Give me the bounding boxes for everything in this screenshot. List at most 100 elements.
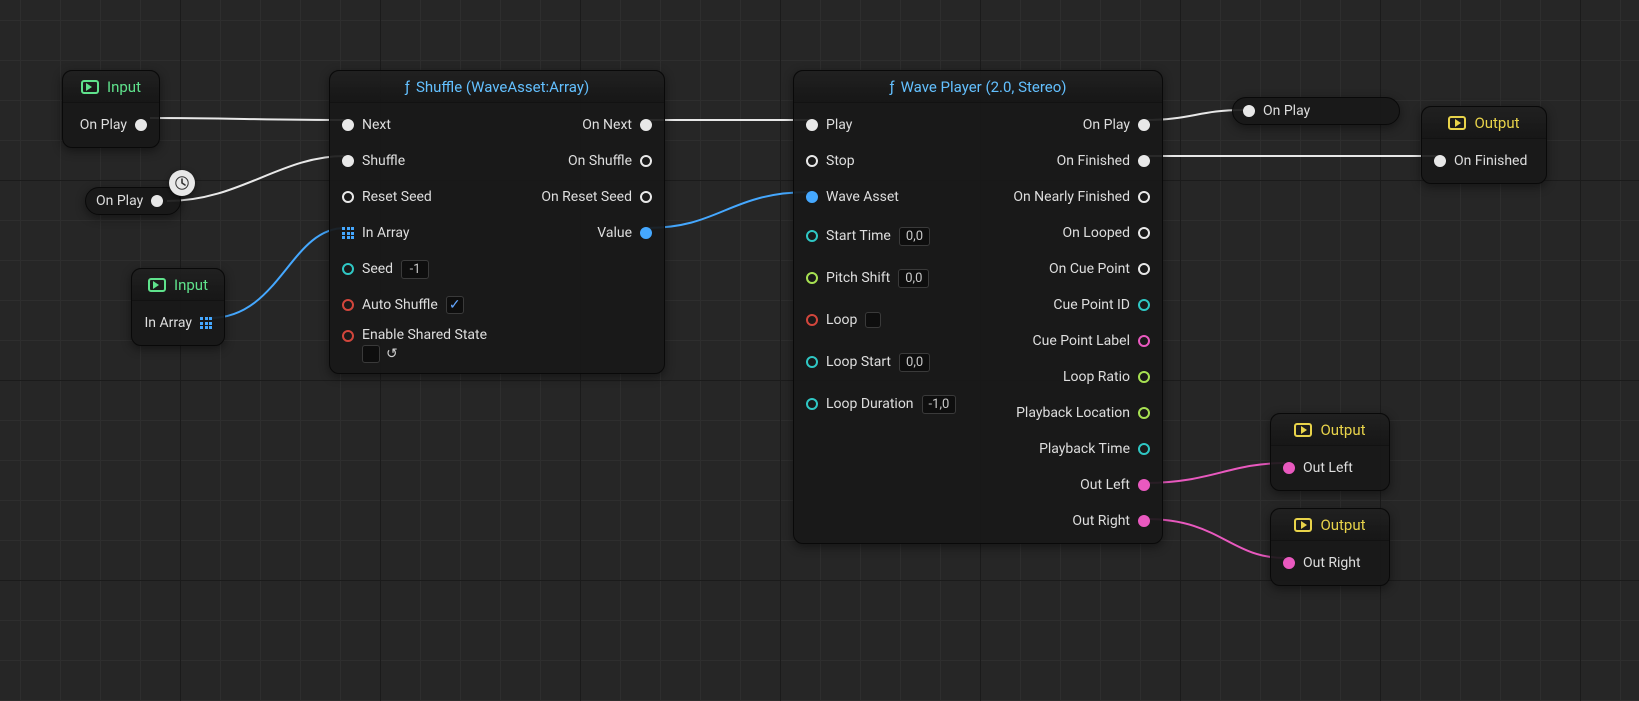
- node-title: Shuffle (WaveAsset:Array): [416, 78, 589, 96]
- value-input[interactable]: 0,0: [899, 227, 930, 246]
- pin-in-array-in[interactable]: In Array: [330, 215, 499, 251]
- pin-label: Reset Seed: [362, 189, 432, 205]
- pin-label: Wave Asset: [826, 189, 899, 205]
- pin-label: On Play: [80, 117, 127, 133]
- pin-on-play-out[interactable]: On Play: [978, 107, 1162, 143]
- array-pin-icon: [200, 317, 212, 329]
- node-input-inarray[interactable]: Input In Array: [131, 268, 225, 346]
- reset-icon[interactable]: ↺: [386, 346, 398, 362]
- pin-label: On Next: [582, 117, 632, 133]
- pin-label: On Play: [1263, 103, 1310, 119]
- value-input[interactable]: -1,0: [922, 395, 957, 414]
- pin-on-finished-in[interactable]: On Finished: [1422, 143, 1546, 179]
- array-pin-icon: [342, 227, 354, 239]
- node-wave-player[interactable]: ƒ Wave Player (2.0, Stereo) Play Stop Wa…: [793, 70, 1163, 544]
- pin-on-finished-out[interactable]: On Finished: [978, 143, 1162, 179]
- pin-loop-ratio-out[interactable]: Loop Ratio: [978, 359, 1162, 395]
- node-header: Output: [1271, 509, 1389, 541]
- node-output-right[interactable]: Output Out Right: [1270, 508, 1390, 586]
- node-shuffle[interactable]: ƒ Shuffle (WaveAsset:Array) Next Shuffle…: [329, 70, 665, 374]
- pin-next-in[interactable]: Next: [330, 107, 499, 143]
- pin-on-cue-point-out[interactable]: On Cue Point: [978, 251, 1162, 287]
- node-output-left[interactable]: Output Out Left: [1270, 413, 1390, 491]
- pin-on-reset-seed-out[interactable]: On Reset Seed: [499, 179, 664, 215]
- checkbox[interactable]: [865, 312, 881, 328]
- pin-auto-shuffle-in[interactable]: Auto Shuffle✓: [330, 287, 499, 323]
- node-header: ƒ Shuffle (WaveAsset:Array): [330, 71, 664, 103]
- pin-on-nearly-finished-out[interactable]: On Nearly Finished: [978, 179, 1162, 215]
- pin-label: Pitch Shift: [826, 270, 890, 286]
- pin-on-looped-out[interactable]: On Looped: [978, 215, 1162, 251]
- int-pin-icon: [342, 263, 354, 275]
- pin-label: Playback Time: [1039, 441, 1130, 457]
- pin-play-in[interactable]: Play: [794, 107, 978, 143]
- pin-label: Loop Start: [826, 354, 891, 370]
- exec-pin-icon: [640, 155, 652, 167]
- reroute-on-play[interactable]: On Play: [85, 187, 181, 215]
- value-input[interactable]: -1: [401, 260, 429, 279]
- pin-start-time-in[interactable]: Start Time0,0: [794, 215, 978, 257]
- audio-pin-icon: [1283, 557, 1295, 569]
- object-pin-icon: [806, 191, 818, 203]
- pin-on-shuffle-out[interactable]: On Shuffle: [499, 143, 664, 179]
- node-title: Output: [1474, 114, 1519, 132]
- pin-label: Out Left: [1080, 477, 1130, 493]
- pin-in-array-out[interactable]: In Array: [132, 305, 224, 341]
- pin-loop-start-in[interactable]: Loop Start 0,0: [794, 341, 978, 383]
- checkbox[interactable]: [362, 345, 380, 363]
- reroute-on-play-2[interactable]: On Play: [1232, 97, 1400, 125]
- value-input[interactable]: 0,0: [898, 269, 929, 288]
- float-pin-icon: [806, 272, 818, 284]
- float-pin-icon: [1138, 371, 1150, 383]
- pin-loop-in[interactable]: Loop: [794, 299, 978, 341]
- pin-seed-in[interactable]: Seed -1: [330, 251, 499, 287]
- clock-icon: [169, 170, 195, 196]
- exec-pin-icon: [1138, 191, 1150, 203]
- checkbox[interactable]: ✓: [446, 296, 464, 314]
- pin-stop-in[interactable]: Stop: [794, 143, 978, 179]
- node-header: Output: [1271, 414, 1389, 446]
- function-icon: ƒ: [405, 78, 410, 96]
- pin-reset-seed-in[interactable]: Reset Seed: [330, 179, 499, 215]
- pin-label: Seed: [362, 261, 393, 277]
- node-output-main[interactable]: Output On Finished: [1421, 106, 1547, 184]
- node-title: Wave Player (2.0, Stereo): [901, 78, 1067, 96]
- pin-out-left-in[interactable]: Out Left: [1271, 450, 1389, 486]
- node-input-onplay[interactable]: Input On Play: [62, 70, 160, 148]
- pin-wave-asset-in[interactable]: Wave Asset: [794, 179, 978, 215]
- exec-pin-icon: [1138, 263, 1150, 275]
- function-icon: ƒ: [889, 78, 894, 96]
- pin-value-out[interactable]: Value: [499, 215, 664, 251]
- string-pin-icon: [1138, 335, 1150, 347]
- pin-playback-location-out[interactable]: Playback Location: [978, 395, 1162, 431]
- pin-label: Out Right: [1072, 513, 1130, 529]
- exec-pin-icon: [342, 191, 354, 203]
- exec-pin-icon: [342, 155, 354, 167]
- pin-out-left-out[interactable]: Out Left: [978, 467, 1162, 503]
- pin-label: On Shuffle: [568, 153, 632, 169]
- pin-label: Value: [597, 225, 632, 241]
- pin-shuffle-in[interactable]: Shuffle: [330, 143, 499, 179]
- exec-pin-icon: [1243, 105, 1255, 117]
- pin-on-play-out[interactable]: On Play: [63, 107, 159, 143]
- audio-pin-icon: [1138, 515, 1150, 527]
- pin-out-right-out[interactable]: Out Right: [978, 503, 1162, 539]
- input-icon: [148, 278, 166, 292]
- pin-label: Cue Point ID: [1053, 297, 1130, 313]
- value-input[interactable]: 0,0: [899, 353, 930, 372]
- pin-pitch-shift-in[interactable]: Pitch Shift 0,0: [794, 257, 978, 299]
- pin-cue-point-label-out[interactable]: Cue Point Label: [978, 323, 1162, 359]
- pin-label: Play: [826, 117, 852, 133]
- node-title: Output: [1320, 516, 1365, 534]
- exec-pin-icon: [1138, 155, 1150, 167]
- time-pin-icon: [806, 356, 818, 368]
- int-pin-icon: [1138, 299, 1150, 311]
- pin-playback-time-out[interactable]: Playback Time: [978, 431, 1162, 467]
- pin-loop-duration-in[interactable]: Loop Duration-1,0: [794, 383, 978, 425]
- pin-out-right-in[interactable]: Out Right: [1271, 545, 1389, 581]
- pin-label: On Reset Seed: [541, 189, 632, 205]
- pin-on-next-out[interactable]: On Next: [499, 107, 664, 143]
- pin-cue-point-id-out[interactable]: Cue Point ID: [978, 287, 1162, 323]
- input-icon: [81, 80, 99, 94]
- pin-enable-shared-state-in[interactable]: Enable Shared State ↺: [330, 323, 499, 369]
